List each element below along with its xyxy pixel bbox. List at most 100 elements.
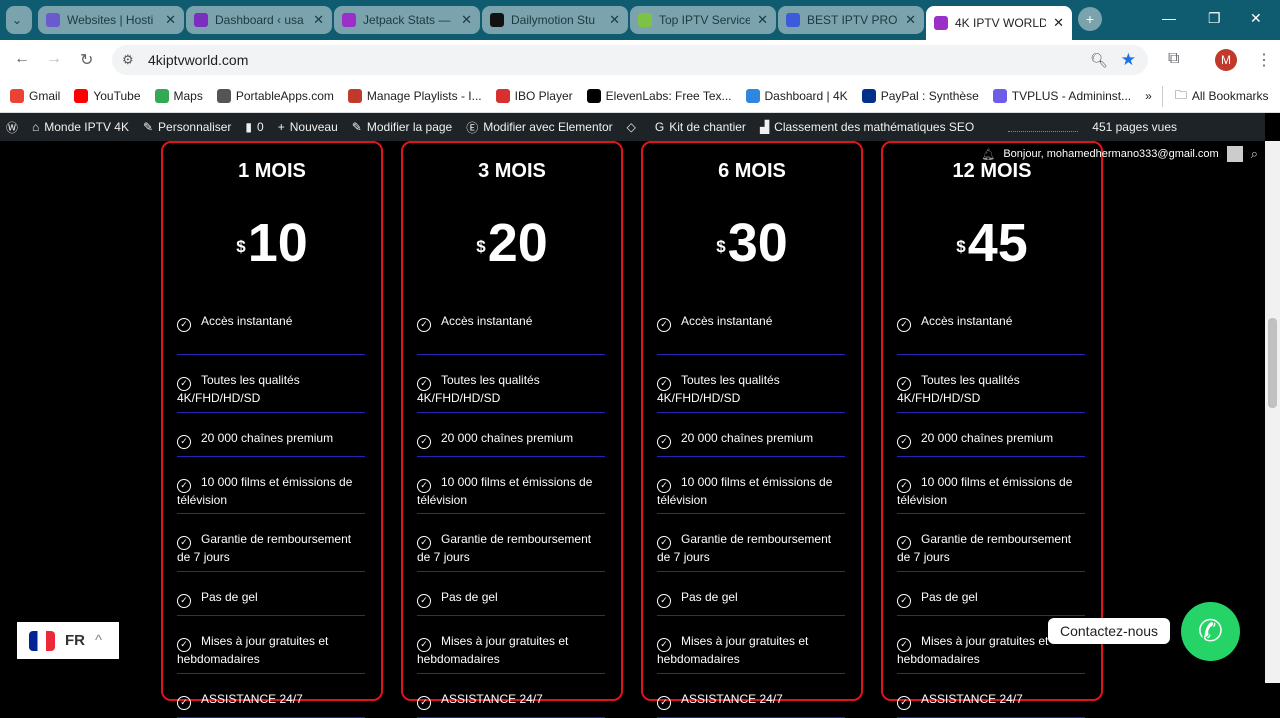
tab[interactable]: Dashboard ‹ usa ✕ bbox=[186, 6, 332, 34]
plan-price: $20 bbox=[476, 213, 548, 273]
bookmark-item[interactable]: Dashboard | 4K bbox=[745, 89, 848, 103]
home-icon: ⌂ bbox=[32, 120, 40, 134]
tab[interactable]: Websites | Hosti ✕ bbox=[38, 6, 184, 34]
bookmark-item[interactable]: Manage Playlists - I... bbox=[347, 89, 482, 103]
tab[interactable]: Dailymotion Stu ✕ bbox=[482, 6, 628, 34]
close-window-button[interactable]: ✕ bbox=[1250, 10, 1262, 27]
feature-list: ✓ Accès instantané ✓ Toutes les qualités 4K… bbox=[417, 311, 605, 718]
tab[interactable]: Jetpack Stats — ✕ bbox=[334, 6, 480, 34]
scrollbar-thumb[interactable] bbox=[1268, 318, 1277, 408]
check-circle-icon: ✓ bbox=[657, 435, 671, 449]
admin-bar-item[interactable]: ✎ Personnaliser bbox=[143, 119, 231, 136]
check-circle-icon: ✓ bbox=[417, 377, 431, 391]
feature-item: ✓ Mises à jour gratuites et hebdomadaires bbox=[417, 616, 605, 674]
bookmark-favicon-icon bbox=[745, 89, 760, 103]
contact-label[interactable]: Contactez-nous bbox=[1048, 618, 1171, 644]
admin-bar-item[interactable]: ▟ Classement des mathématiques SEO bbox=[760, 119, 974, 136]
minimize-button[interactable]: — bbox=[1162, 10, 1176, 26]
feature-list: ✓ Accès instantané ✓ Toutes les qualités 4K… bbox=[177, 311, 365, 718]
close-tab-icon[interactable]: ✕ bbox=[461, 12, 472, 28]
check-circle-icon: ✓ bbox=[177, 479, 191, 493]
tab-favicon-icon bbox=[46, 13, 60, 27]
site-info-icon[interactable]: ⚙ bbox=[122, 52, 134, 68]
bookmark-item[interactable]: IBO Player bbox=[495, 89, 573, 103]
close-tab-icon[interactable]: ✕ bbox=[609, 12, 620, 28]
brush-icon: ✎ bbox=[142, 120, 154, 134]
tab-title: 4K IPTV WORLD bbox=[955, 16, 1047, 30]
bookmark-favicon-icon bbox=[992, 89, 1007, 103]
admin-bar-item[interactable]: + Nouveau bbox=[278, 119, 338, 136]
bookmark-item[interactable]: TVPLUS - Admininst... bbox=[992, 89, 1131, 103]
menu-icon[interactable]: ⋮ bbox=[1256, 50, 1272, 70]
check-circle-icon: ✓ bbox=[897, 377, 911, 391]
notification-bell-icon[interactable]: 🔔︎ bbox=[981, 148, 995, 161]
address-bar[interactable]: ⚙ 4kiptvworld.com 🔍︎ ★ bbox=[112, 45, 1148, 75]
search-icon[interactable]: ⌕ bbox=[1251, 146, 1258, 162]
scrollbar[interactable] bbox=[1265, 141, 1280, 683]
admin-bar-item[interactable]: ⌂ Monde IPTV 4K bbox=[32, 119, 129, 136]
admin-bar-item[interactable]: ▮ 0 bbox=[245, 119, 263, 136]
pricing-card: 6 MOIS $30 ✓ Accès instantané ✓ Toutes les qu… bbox=[641, 141, 863, 718]
close-tab-icon[interactable]: ✕ bbox=[905, 12, 916, 28]
check-circle-icon: ✓ bbox=[417, 435, 431, 449]
admin-bar-item[interactable]: ◇ bbox=[627, 119, 641, 136]
bookmark-item[interactable]: Maps bbox=[154, 89, 203, 103]
whatsapp-button[interactable]: ✆ bbox=[1181, 602, 1240, 661]
close-tab-icon[interactable]: ✕ bbox=[165, 12, 176, 28]
greeting-text: Bonjour, mohamedhermano333@gmail.com bbox=[1003, 148, 1219, 160]
bookmark-item[interactable]: YouTube bbox=[74, 89, 141, 103]
feature-item: ✓ 20 000 chaînes premium bbox=[897, 413, 1085, 457]
feature-item: ✓ 20 000 chaînes premium bbox=[417, 413, 605, 457]
bookmark-favicon-icon bbox=[154, 89, 169, 103]
bookmark-star-icon[interactable]: ★ bbox=[1121, 50, 1136, 70]
check-circle-icon: ✓ bbox=[657, 536, 671, 550]
profile-avatar[interactable]: M bbox=[1215, 49, 1237, 71]
feature-item: ✓ Pas de gel bbox=[417, 572, 605, 616]
feature-item: ✓ ASSISTANCE 24/7 bbox=[897, 674, 1085, 718]
bookmark-item[interactable]: ElevenLabs: Free Tex... bbox=[586, 89, 732, 103]
extensions-icon[interactable]: ⧉ bbox=[1168, 50, 1179, 68]
admin-account[interactable]: 🔔︎ Bonjour, mohamedhermano333@gmail.com … bbox=[981, 146, 1258, 162]
feature-item: ✓ 20 000 chaînes premium bbox=[177, 413, 365, 457]
check-circle-icon: ✓ bbox=[897, 696, 911, 710]
tab[interactable]: 4K IPTV WORLD ✕ bbox=[926, 6, 1072, 40]
new-tab-button[interactable]: + bbox=[1078, 7, 1102, 31]
wordpress-logo-icon[interactable]: Ⓦ bbox=[6, 119, 18, 136]
feature-item: ✓ Pas de gel bbox=[177, 572, 365, 616]
admin-bar-item[interactable]: G Kit de chantier bbox=[655, 119, 746, 136]
tab-title: Websites | Hosti bbox=[67, 13, 154, 27]
tab-favicon-icon bbox=[342, 13, 356, 27]
admin-bar-item[interactable]: Ⓔ Modifier avec Elementor bbox=[466, 119, 612, 136]
reload-icon[interactable]: ↻ bbox=[80, 50, 93, 70]
feature-item: ✓ 10 000 films et émissions de télévision bbox=[177, 457, 365, 514]
maximize-button[interactable]: ❐ bbox=[1208, 10, 1221, 27]
forward-icon[interactable]: → bbox=[46, 50, 62, 68]
bookmark-item[interactable]: PortableApps.com bbox=[216, 89, 334, 103]
admin-bar-item[interactable]: ✎ Modifier la page bbox=[352, 119, 452, 136]
tab-title: Top IPTV Service bbox=[659, 13, 751, 27]
close-tab-icon[interactable]: ✕ bbox=[1053, 15, 1064, 31]
tab-search-button[interactable]: ⌄ bbox=[6, 6, 32, 34]
bookmark-item[interactable]: PayPal : Synthèse bbox=[861, 89, 979, 103]
tab-favicon-icon bbox=[786, 13, 800, 27]
plan-name: 1 MOIS bbox=[238, 160, 306, 182]
bookmark-item[interactable]: Gmail bbox=[10, 89, 60, 103]
check-circle-icon: ✓ bbox=[897, 594, 911, 608]
zoom-icon[interactable]: 🔍︎ bbox=[1090, 52, 1108, 69]
language-switcher[interactable]: FR ^ bbox=[17, 622, 119, 659]
check-circle-icon: ✓ bbox=[417, 638, 431, 652]
check-circle-icon: ✓ bbox=[177, 594, 191, 608]
back-icon[interactable]: ← bbox=[14, 50, 30, 68]
pricing-card: 1 MOIS $10 ✓ Accès instantané ✓ Toutes les qu… bbox=[161, 141, 383, 718]
wp-admin-bar: Ⓦ ⌂ Monde IPTV 4K ✎ Personnaliser ▮ 0 + Nouveau… bbox=[0, 113, 1265, 141]
tab-favicon-icon bbox=[194, 13, 208, 27]
more-bookmarks-icon[interactable]: » bbox=[1145, 89, 1152, 103]
all-bookmarks[interactable]: 🗀 All Bookmarks bbox=[1161, 85, 1269, 107]
bookmark-favicon-icon bbox=[74, 89, 89, 103]
tab[interactable]: Top IPTV Service ✕ bbox=[630, 6, 776, 34]
tab[interactable]: BEST IPTV PROV ✕ bbox=[778, 6, 924, 34]
bookmark-favicon-icon bbox=[216, 89, 231, 103]
page-views[interactable]: 451 pages vues bbox=[1092, 120, 1177, 134]
close-tab-icon[interactable]: ✕ bbox=[313, 12, 324, 28]
close-tab-icon[interactable]: ✕ bbox=[757, 12, 768, 28]
